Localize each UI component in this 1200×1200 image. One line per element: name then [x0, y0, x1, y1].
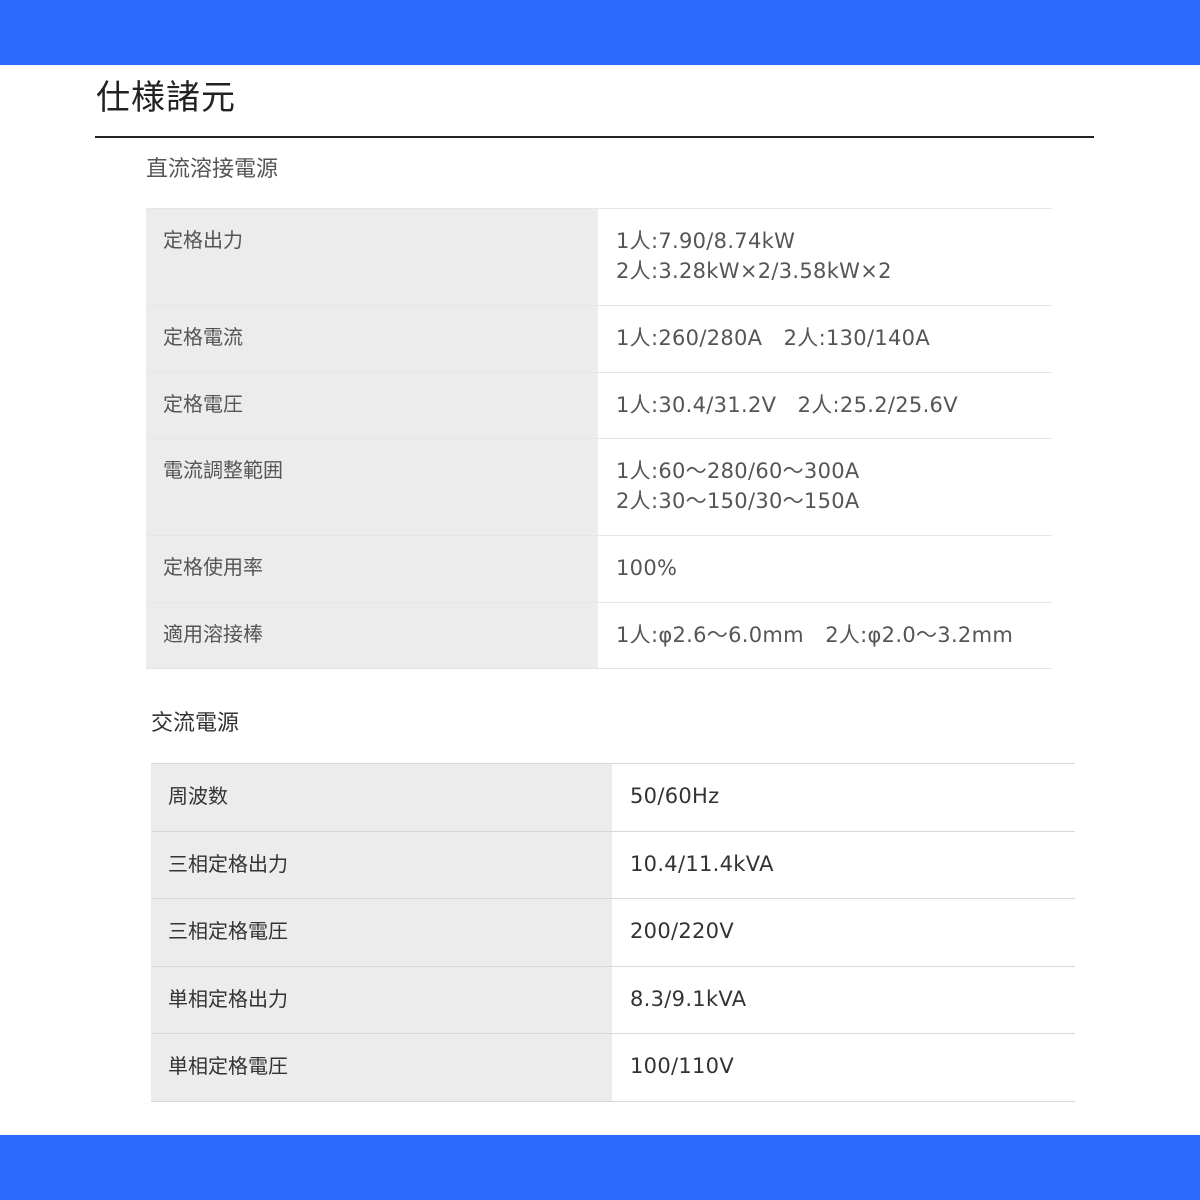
spec-label: 適用溶接棒 — [146, 603, 598, 668]
dc-section-heading: 直流溶接電源 — [146, 157, 279, 182]
spec-value: 100% — [598, 536, 1052, 602]
spec-value: 1人:260/280A 2人:130/140A — [598, 306, 1052, 372]
spec-value-line: 2人:3.28kW×2/3.58kW×2 — [616, 259, 892, 283]
page-title: 仕様諸元 — [96, 78, 236, 118]
spec-value: 8.3/9.1kVA — [612, 967, 1075, 1033]
ac-spec-table: 周波数 50/60Hz 三相定格出力 10.4/11.4kVA 三相定格電圧 2… — [151, 763, 1075, 1102]
table-row: 適用溶接棒 1人:φ2.6～6.0mm 2人:φ2.0～3.2mm — [146, 603, 1052, 669]
dc-spec-table: 定格出力 1人:7.90/8.74kW 2人:3.28kW×2/3.58kW×2… — [146, 208, 1052, 669]
top-accent-bar — [0, 0, 1200, 65]
spec-value-line: 8.3/9.1kVA — [630, 987, 747, 1011]
spec-value-line: 1人:φ2.6～6.0mm 2人:φ2.0～3.2mm — [616, 623, 1014, 647]
spec-value: 1人:7.90/8.74kW 2人:3.28kW×2/3.58kW×2 — [598, 209, 1052, 305]
table-row: 単相定格出力 8.3/9.1kVA — [151, 967, 1075, 1034]
spec-label: 単相定格出力 — [151, 967, 612, 1033]
spec-value-line: 100/110V — [630, 1054, 735, 1078]
spec-value-line: 200/220V — [630, 919, 735, 943]
table-row: 定格使用率 100% — [146, 536, 1052, 603]
spec-value: 200/220V — [612, 899, 1075, 966]
spec-value: 10.4/11.4kVA — [612, 832, 1075, 898]
ac-section-heading: 交流電源 — [151, 711, 240, 736]
spec-value-line: 1人:60～280/60～300A — [616, 459, 860, 483]
spec-label: 電流調整範囲 — [146, 439, 598, 535]
spec-value: 1人:30.4/31.2V 2人:25.2/25.6V — [598, 373, 1052, 438]
spec-value-line: 50/60Hz — [630, 784, 720, 808]
spec-value-line: 100% — [616, 556, 678, 580]
bottom-accent-bar — [0, 1135, 1200, 1200]
spec-label: 定格電圧 — [146, 373, 598, 438]
spec-value: 1人:60～280/60～300A 2人:30～150/30～150A — [598, 439, 1052, 535]
title-divider — [95, 136, 1094, 138]
spec-label: 定格出力 — [146, 209, 598, 305]
table-row: 定格電圧 1人:30.4/31.2V 2人:25.2/25.6V — [146, 373, 1052, 439]
spec-label: 周波数 — [151, 764, 612, 831]
table-row: 三相定格電圧 200/220V — [151, 899, 1075, 967]
spec-value-line: 2人:30～150/30～150A — [616, 489, 860, 513]
spec-value-line: 1人:7.90/8.74kW — [616, 229, 796, 253]
spec-label: 定格電流 — [146, 306, 598, 372]
table-row: 電流調整範囲 1人:60～280/60～300A 2人:30～150/30～15… — [146, 439, 1052, 536]
table-row: 単相定格電圧 100/110V — [151, 1034, 1075, 1102]
spec-value: 100/110V — [612, 1034, 1075, 1101]
table-row: 三相定格出力 10.4/11.4kVA — [151, 832, 1075, 899]
spec-value: 50/60Hz — [612, 764, 1075, 831]
spec-value-line: 1人:30.4/31.2V 2人:25.2/25.6V — [616, 393, 958, 417]
spec-label: 単相定格電圧 — [151, 1034, 612, 1101]
spec-label: 三相定格電圧 — [151, 899, 612, 966]
spec-label: 定格使用率 — [146, 536, 598, 602]
table-row: 周波数 50/60Hz — [151, 764, 1075, 832]
spec-label: 三相定格出力 — [151, 832, 612, 898]
spec-value-line: 1人:260/280A 2人:130/140A — [616, 326, 930, 350]
table-row: 定格出力 1人:7.90/8.74kW 2人:3.28kW×2/3.58kW×2 — [146, 209, 1052, 306]
table-row: 定格電流 1人:260/280A 2人:130/140A — [146, 306, 1052, 373]
spec-value: 1人:φ2.6～6.0mm 2人:φ2.0～3.2mm — [598, 603, 1052, 668]
spec-value-line: 10.4/11.4kVA — [630, 852, 774, 876]
